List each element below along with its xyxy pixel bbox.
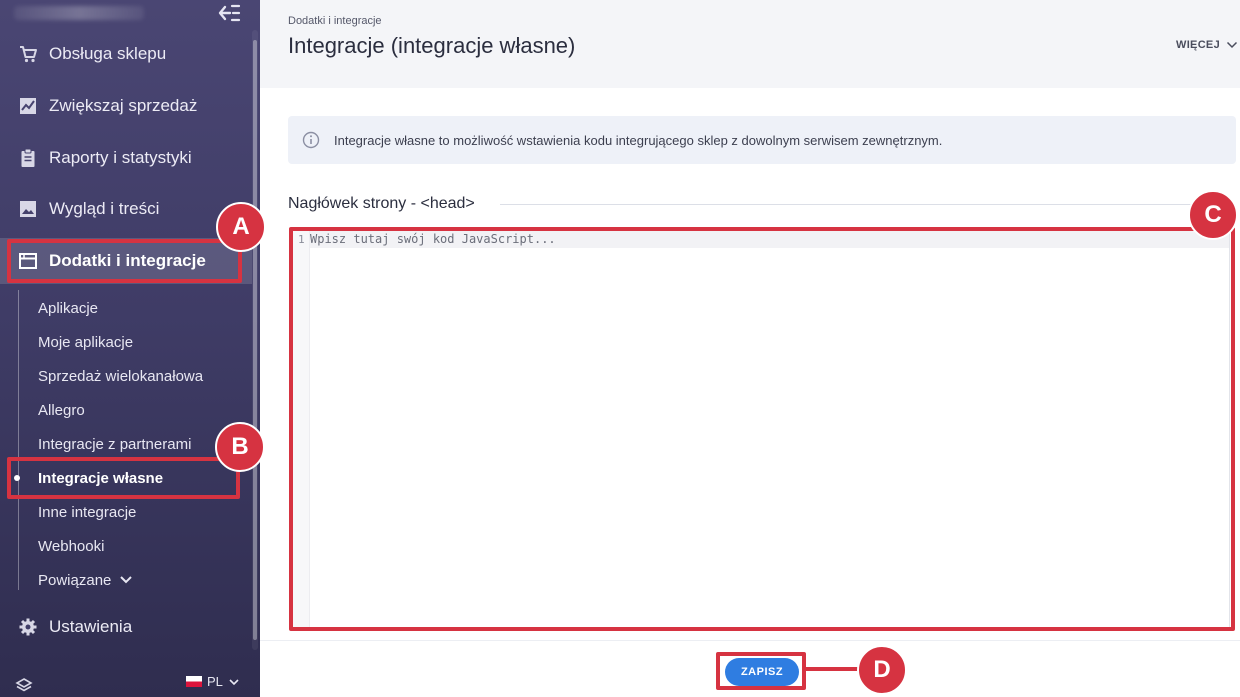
- annotation-box-a: [7, 239, 242, 283]
- nav-label: Raporty i statystyki: [49, 148, 192, 167]
- nav-item-wyglad[interactable]: Wygląd i treści: [0, 186, 252, 232]
- nav-label: Ustawienia: [49, 617, 133, 636]
- submenu-item-inne-integracje[interactable]: Inne integracje: [19, 497, 249, 527]
- nav-label: Wygląd i treści: [49, 199, 160, 218]
- submenu-item-moje-aplikacje[interactable]: Moje aplikacje: [19, 327, 249, 357]
- nav-item-raporty[interactable]: Raporty i statystyki: [0, 135, 252, 181]
- submenu-item-aplikacje[interactable]: Aplikacje: [19, 293, 249, 323]
- collapse-icon: [218, 4, 241, 22]
- cart-icon: [18, 44, 38, 64]
- submenu-item-allegro[interactable]: Allegro: [19, 395, 249, 425]
- nav-label: Zwiększaj sprzedaż: [49, 96, 198, 115]
- info-icon: [302, 131, 320, 149]
- info-text: Integracje własne to możliwość wstawieni…: [334, 132, 943, 148]
- chevron-down-icon: [1226, 41, 1238, 49]
- nav-item-ustawienia[interactable]: Ustawienia: [0, 604, 252, 650]
- sidebar-scrollbar-thumb[interactable]: [253, 40, 257, 640]
- nav-item-zwiekszaj-sprzedaz[interactable]: Zwiększaj sprzedaż: [0, 83, 252, 129]
- gear-icon: [18, 617, 38, 637]
- page-title: Integracje (integracje własne): [288, 33, 576, 58]
- more-label: WIĘCEJ: [1176, 39, 1220, 51]
- language-selector[interactable]: PL: [186, 674, 240, 689]
- annotation-box-c: [289, 227, 1235, 631]
- sidebar-footer: PL: [0, 660, 260, 697]
- chart-icon: [18, 96, 38, 116]
- nav-label: Obsługa sklepu: [49, 44, 167, 63]
- submenu-label: Webhooki: [38, 537, 105, 555]
- annotation-box-d: [716, 652, 806, 690]
- chevron-down-icon: [120, 576, 133, 584]
- annotation-badge-d: D: [857, 645, 907, 695]
- submenu-label: Integracje z partnerami: [38, 435, 192, 453]
- layers-icon[interactable]: [14, 676, 34, 696]
- annotation-connector-d: [805, 667, 863, 671]
- annotation-badge-a: A: [216, 202, 266, 252]
- submenu-item-powiazane[interactable]: Powiązane: [19, 565, 249, 595]
- submenu-label: Moje aplikacje: [38, 333, 134, 351]
- section-divider: [500, 204, 1192, 205]
- submenu-item-sprzedaz-wielokanalowa[interactable]: Sprzedaż wielokanałowa: [19, 361, 249, 391]
- submenu-item-webhooki[interactable]: Webhooki: [19, 531, 249, 561]
- language-code: PL: [207, 674, 223, 689]
- clipboard-icon: [18, 148, 38, 168]
- submenu-label: Allegro: [38, 401, 85, 419]
- image-icon: [18, 199, 38, 219]
- submenu-label: Powiązane: [38, 571, 112, 589]
- poland-flag-icon: [186, 676, 202, 687]
- annotation-badge-b: B: [215, 422, 265, 472]
- sidebar: Obsługa sklepu Zwiększaj sprzedaż Raport…: [0, 0, 260, 697]
- submenu-label: Aplikacje: [38, 299, 99, 317]
- chevron-down-icon: [229, 678, 239, 685]
- submenu-label: Inne integracje: [38, 503, 137, 521]
- page-header: Dodatki i integracje Integracje (integra…: [260, 0, 1240, 88]
- more-menu-button[interactable]: WIĘCEJ: [1176, 39, 1238, 51]
- collapse-sidebar-button[interactable]: [216, 2, 242, 24]
- breadcrumb[interactable]: Dodatki i integracje: [288, 15, 382, 27]
- info-banner: Integracje własne to możliwość wstawieni…: [288, 116, 1236, 164]
- store-logo: [14, 6, 144, 20]
- annotation-badge-c: C: [1188, 190, 1238, 240]
- nav-item-obsluga-sklepu[interactable]: Obsługa sklepu: [0, 31, 252, 77]
- submenu-label: Sprzedaż wielokanałowa: [38, 367, 204, 385]
- annotation-box-b: [7, 457, 240, 499]
- section-heading: Nagłówek strony - <head>: [288, 195, 475, 212]
